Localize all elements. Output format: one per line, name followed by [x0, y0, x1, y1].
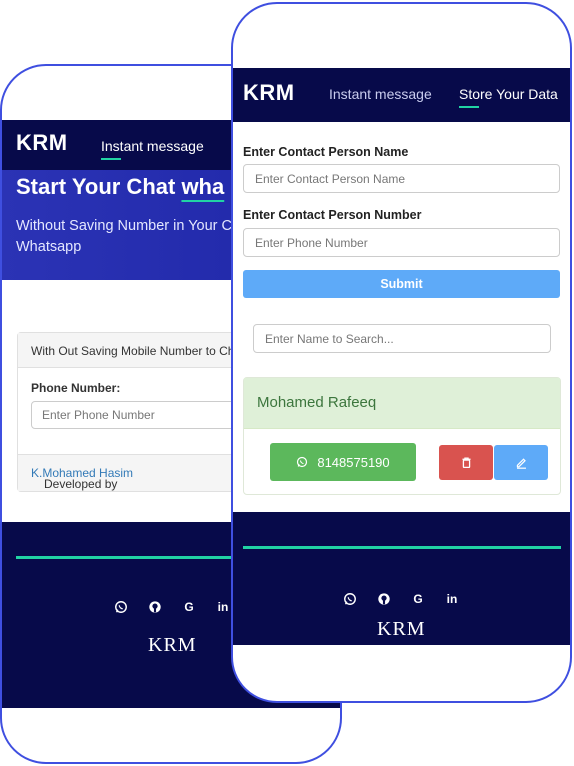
search-input[interactable] — [253, 324, 551, 353]
back-phone-label: Phone Number: — [31, 381, 121, 395]
back-hero-title-emphasis: wha — [181, 174, 225, 199]
whatsapp-icon — [296, 456, 308, 468]
front-footer-divider — [243, 546, 561, 549]
whatsapp-icon[interactable] — [114, 600, 128, 614]
back-logo[interactable]: KRM — [16, 130, 68, 156]
front-footer: G in KRM — [233, 512, 570, 645]
contact-card: Mohamed Rafeeq 8148575190 — [243, 377, 561, 495]
delete-button[interactable] — [439, 445, 493, 480]
whatsapp-chat-button[interactable]: 8148575190 — [270, 443, 416, 481]
linkedin-icon[interactable]: in — [445, 592, 459, 606]
back-nav-instant-message[interactable]: Instant message — [101, 138, 204, 154]
front-logo[interactable]: KRM — [243, 80, 295, 106]
back-hero-title: Start Your Chat wha — [16, 174, 224, 200]
back-card-footer-text: Developed by K.Mohamed Hasim — [31, 466, 133, 491]
contact-name: Mohamed Rafeeq — [257, 394, 377, 411]
trash-icon — [460, 456, 473, 469]
github-icon[interactable] — [377, 592, 391, 606]
front-social-links: G in — [343, 592, 459, 606]
contact-number-input[interactable] — [243, 228, 560, 257]
contact-name-label: Enter Contact Person Name — [243, 145, 409, 159]
edit-button[interactable] — [494, 445, 548, 480]
google-icon[interactable]: G — [411, 592, 425, 606]
back-footer-brand: KRM — [148, 634, 197, 656]
back-hero-title-start: Start Your Chat — [16, 174, 182, 199]
front-nav-store-data[interactable]: Store Your Data — [459, 86, 558, 102]
front-nav-active-indicator — [459, 106, 479, 108]
google-icon[interactable]: G — [182, 600, 196, 614]
pencil-icon — [515, 456, 528, 469]
contact-name-input[interactable] — [243, 164, 560, 193]
whatsapp-icon[interactable] — [343, 592, 357, 606]
contact-phone: 8148575190 — [317, 454, 390, 470]
front-nav-instant-message[interactable]: Instant message — [329, 86, 432, 102]
front-navbar: KRM Instant message Store Your Data — [233, 68, 570, 122]
contact-card-header: Mohamed Rafeeq — [244, 378, 560, 429]
front-footer-brand: KRM — [377, 618, 426, 640]
back-social-links: G in — [114, 600, 230, 614]
back-card-header-text: With Out Saving Mobile Number to Ch — [31, 344, 235, 358]
linkedin-icon[interactable]: in — [216, 600, 230, 614]
contact-number-label: Enter Contact Person Number — [243, 208, 422, 222]
back-nav-active-indicator — [101, 158, 121, 160]
front-phone-frame: KRM Instant message Store Your Data Ente… — [231, 2, 572, 703]
github-icon[interactable] — [148, 600, 162, 614]
developed-by-text: Developed by — [44, 477, 118, 491]
submit-button[interactable]: Submit — [243, 270, 560, 298]
